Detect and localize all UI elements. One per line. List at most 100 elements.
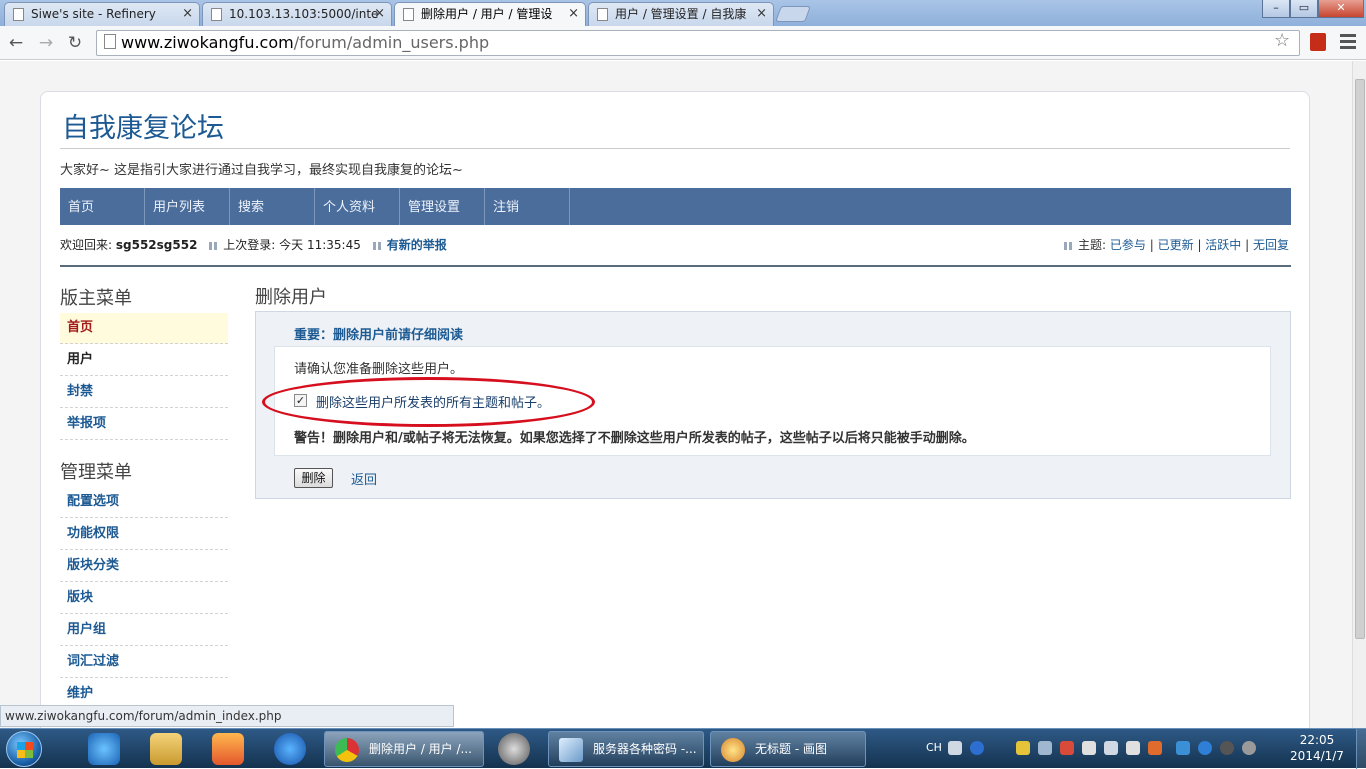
maximize-button[interactable]: ▭ [1290,0,1318,18]
sidebar-item-users[interactable]: 用户 [60,345,228,376]
sidebar-item-options[interactable]: 配置选项 [60,487,228,518]
start-button[interactable] [6,731,42,767]
tab-close-icon[interactable]: × [182,3,193,25]
back-arrow-icon[interactable]: ← [5,32,27,54]
extension-icon[interactable] [1310,33,1326,51]
language-indicator[interactable]: CH [926,741,942,754]
ie-icon[interactable] [88,733,120,765]
site-title[interactable]: 自我康复论坛 [62,106,224,145]
delete-posts-checkbox[interactable]: ✓ [294,394,307,407]
taskbar-notes-window[interactable]: 服务器各种密码 -... [548,731,704,767]
topic-link-participated[interactable]: 已参与 [1110,238,1146,252]
taskbar-paint-window[interactable]: 无标题 - 画图 [710,731,866,767]
tab-close-icon[interactable]: × [568,3,579,25]
tab-close-icon[interactable]: × [756,3,767,25]
tray-misc-icon[interactable] [1242,741,1256,755]
bookmark-star-icon[interactable]: ☆ [1274,30,1290,51]
sidebar-item-censoring[interactable]: 词汇过滤 [60,647,228,678]
tray-app-icon[interactable] [1016,741,1030,755]
browser-tab-3-active[interactable]: 删除用户 / 用户 / 管理设 × [394,2,586,27]
divider [60,148,1290,149]
page-favicon-icon [13,8,24,21]
page-favicon-icon [403,8,414,21]
sidebar-item-bans[interactable]: 封禁 [60,377,228,408]
bullet-icon [372,241,381,250]
nav-admin[interactable]: 管理设置 [400,188,485,225]
last-login-value: 今天 11:35:45 [279,238,361,252]
delete-button[interactable]: 删除 [294,468,333,488]
divider [60,265,1291,267]
chrome-icon [335,738,359,762]
tray-sync-icon[interactable] [1176,741,1190,755]
main-navbar: 首页 用户列表 搜索 个人资料 管理设置 注销 [60,188,1291,225]
username-link[interactable]: sg552sg552 [116,238,198,252]
nav-logout[interactable]: 注销 [485,188,570,225]
volume-icon[interactable] [1126,741,1140,755]
sidebar-item-mod-home[interactable]: 首页 [60,313,228,344]
address-bar[interactable]: www.ziwokangfu.com/forum/admin_users.php [96,30,1300,56]
url-path: /forum/admin_users.php [293,33,490,52]
close-window-button[interactable]: ✕ [1318,0,1364,18]
browser-tab-title: 删除用户 / 用户 / 管理设 [421,7,553,21]
tray-tool-icon[interactable] [1038,741,1052,755]
tray-reel-icon[interactable] [1220,741,1234,755]
page-favicon-icon [597,8,608,21]
windows-taskbar: 删除用户 / 用户 /... 服务器各种密码 -... 无标题 - 画图 CH … [0,728,1366,769]
tray-browser-icon[interactable] [1198,741,1212,755]
sidebar-item-permissions[interactable]: 功能权限 [60,519,228,550]
chrome-menu-icon[interactable] [1340,34,1356,50]
show-desktop-button[interactable] [1356,729,1366,769]
tray-alert-icon[interactable] [1060,741,1074,755]
browser-tab-title: 10.103.13.103:5000/inte [229,7,379,21]
sidebar-item-categories[interactable]: 版块分类 [60,551,228,582]
tray-device-icon[interactable] [1082,741,1096,755]
sidebar-item-forums[interactable]: 版块 [60,583,228,614]
reload-icon[interactable]: ↻ [64,32,86,54]
forward-arrow-icon[interactable]: → [35,32,57,54]
confirm-text: 请确认您准备删除这些用户。 [294,362,464,377]
browser-tab-strip: Siwe's site - Refinery × 10.103.13.103:5… [0,0,1366,27]
forum-container: 自我康复论坛 大家好~ 这是指引大家进行通过自我学习，最终实现自我康复的论坛~ … [40,91,1310,728]
nav-profile[interactable]: 个人资料 [315,188,400,225]
nav-userlist[interactable]: 用户列表 [145,188,230,225]
url-host: www.ziwokangfu.com [121,33,294,52]
vertical-scrollbar[interactable] [1352,61,1366,728]
clock[interactable]: 22:05 2014/1/7 [1282,732,1352,764]
page-title: 删除用户 [255,287,327,308]
back-link[interactable]: 返回 [351,469,377,488]
browser-tab-2[interactable]: 10.103.13.103:5000/inte × [202,2,392,26]
new-reports-link[interactable]: 有新的举报 [387,238,447,252]
scrollbar-thumb[interactable] [1355,79,1365,639]
media-player-icon[interactable] [212,733,244,765]
film-reel-icon[interactable] [498,733,530,765]
delete-posts-label[interactable]: 删除这些用户所发表的所有主题和帖子。 [316,392,550,411]
panel-heading: 重要：删除用户前请仔细阅读 [294,328,464,343]
sidebar-item-groups[interactable]: 用户组 [60,615,228,646]
topic-link-active[interactable]: 活跃中 [1205,238,1241,252]
browser-tab-4[interactable]: 用户 / 管理设置 / 自我康 × [588,2,774,26]
topic-links: 主题: 已参与 | 已更新 | 活跃中 | 无回复 [1056,236,1289,253]
nav-home[interactable]: 首页 [60,188,145,225]
play-icon[interactable] [274,733,306,765]
site-description: 大家好~ 这是指引大家进行通过自我学习，最终实现自我康复的论坛~ [60,163,463,178]
speaker-muted-icon[interactable] [1148,741,1162,755]
topic-link-updated[interactable]: 已更新 [1158,238,1194,252]
new-tab-button[interactable] [775,6,811,22]
topic-link-unanswered[interactable]: 无回复 [1253,238,1289,252]
explorer-folder-icon[interactable] [150,733,182,765]
tab-close-icon[interactable]: × [374,3,385,25]
nav-search[interactable]: 搜索 [230,188,315,225]
network-icon[interactable] [1104,741,1118,755]
sidebar-item-reports[interactable]: 举报项 [60,409,228,440]
browser-tab-1[interactable]: Siwe's site - Refinery × [4,2,200,26]
link-status-bar: www.ziwokangfu.com/forum/admin_index.php [0,705,454,727]
bullet-icon [209,241,218,250]
minimize-button[interactable]: – [1262,0,1290,18]
keyboard-icon[interactable] [948,741,962,755]
taskbar-chrome-window[interactable]: 删除用户 / 用户 /... [324,731,484,767]
clock-time: 22:05 [1299,733,1335,747]
page-favicon-icon [211,8,222,21]
help-icon[interactable] [970,741,984,755]
delete-form-box: 请确认您准备删除这些用户。 ✓ 删除这些用户所发表的所有主题和帖子。 警告！删除… [262,346,1271,456]
browser-tab-title: 用户 / 管理设置 / 自我康 [615,7,747,21]
